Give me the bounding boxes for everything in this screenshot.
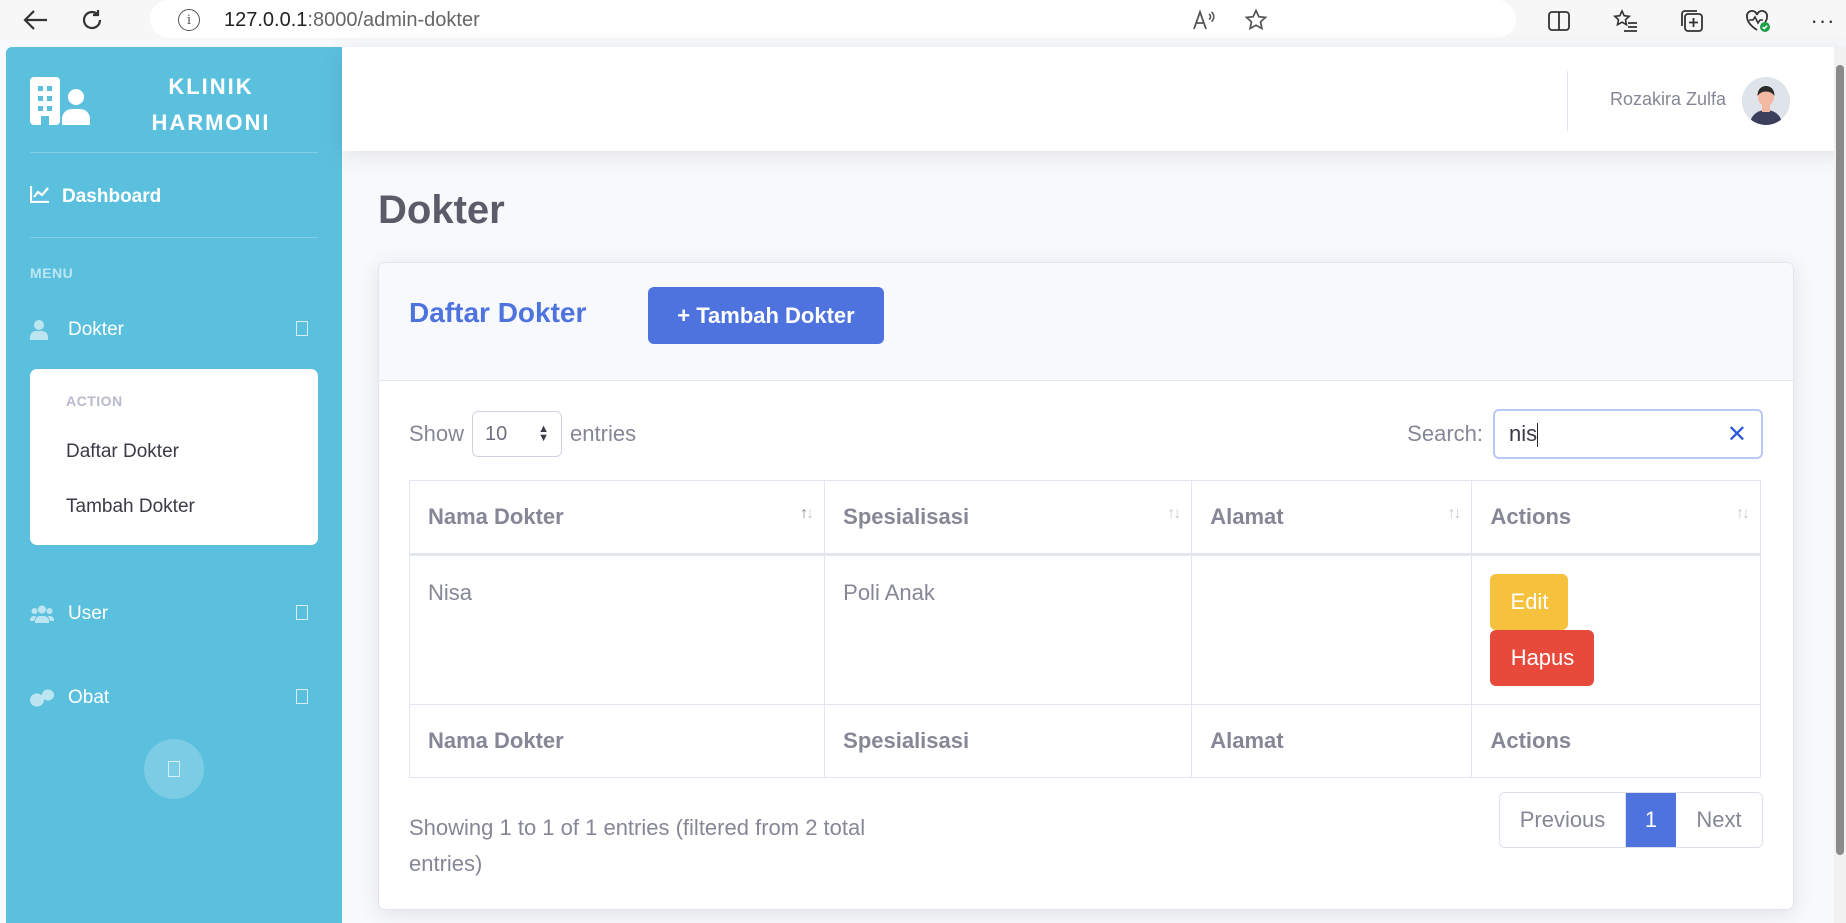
sidebar: KLINIK HARMONI Dashboard MENU Dokter ACT… <box>6 47 342 923</box>
footer-actions: Actions <box>1471 704 1761 778</box>
topbar-divider <box>1567 71 1568 131</box>
table-search: Search: nis ✕ <box>1407 409 1763 459</box>
submenu-link-daftar-dokter[interactable]: Daftar Dokter <box>66 441 179 463</box>
browser-essentials-icon[interactable] <box>1743 6 1773 36</box>
users-icon <box>30 605 54 623</box>
toggle-icon <box>168 761 180 777</box>
browser-toolbar: i 127.0.0.1:8000/admin-dokter ··· <box>0 0 1846 40</box>
sidebar-brand[interactable]: KLINIK HARMONI <box>6 47 342 152</box>
split-screen-icon[interactable] <box>1544 6 1574 36</box>
favorite-star-icon[interactable] <box>1242 6 1270 34</box>
dokter-card: Daftar Dokter + Tambah Dokter Show 10 ▲ ▼… <box>378 262 1794 910</box>
footer-spesialisasi: Spesialisasi <box>824 704 1193 778</box>
sidebar-item-dashboard[interactable]: Dashboard <box>29 185 162 209</box>
sidebar-item-user[interactable]: User <box>30 599 322 629</box>
collections-icon[interactable] <box>1677 6 1707 36</box>
read-aloud-icon[interactable] <box>1190 6 1218 34</box>
sort-icon: ↑↓ <box>1447 505 1461 522</box>
entries-select[interactable]: 10 ▲ ▼ <box>472 411 563 457</box>
column-header-actions[interactable]: Actions ↑↓ <box>1471 480 1761 556</box>
entries-value: 10 <box>485 422 508 445</box>
pills-icon <box>30 689 54 707</box>
submenu-link-tambah-dokter[interactable]: Tambah Dokter <box>66 496 195 518</box>
sort-icon: ↑↓ <box>1167 505 1181 522</box>
search-value: nis <box>1509 420 1538 446</box>
submenu-heading: ACTION <box>66 393 123 409</box>
sidebar-item-label: Obat <box>68 687 110 708</box>
footer-nama: Nama Dokter <box>408 704 826 778</box>
entries-length-control: Show 10 ▲ ▼ entries <box>409 411 636 457</box>
clear-search-icon[interactable]: ✕ <box>1727 420 1747 449</box>
clinic-logo-icon <box>30 77 90 125</box>
next-page-button[interactable]: Next <box>1676 793 1762 847</box>
show-label: Show <box>409 421 465 446</box>
sidebar-divider <box>30 152 318 153</box>
hapus-button[interactable]: Hapus <box>1490 630 1595 686</box>
table-footer-row: Nama Dokter Spesialisasi Alamat Actions <box>408 704 1761 778</box>
pagination: Previous 1 Next <box>1499 792 1763 848</box>
collapse-arrow-icon <box>296 321 308 336</box>
scrollbar-thumb[interactable] <box>1836 65 1844 855</box>
text-cursor <box>1537 423 1539 448</box>
address-bar[interactable]: i 127.0.0.1:8000/admin-dokter <box>150 0 1516 38</box>
refresh-icon[interactable] <box>78 6 106 34</box>
sort-updown-icon: ▲ ▼ <box>538 423 550 444</box>
dashboard-label: Dashboard <box>62 186 162 207</box>
sidebar-heading-menu: MENU <box>30 265 74 281</box>
sort-icon: ↑↓ <box>1736 505 1750 522</box>
page-1-button[interactable]: 1 <box>1626 793 1676 847</box>
favorites-list-icon[interactable] <box>1611 6 1641 36</box>
sidebar-item-label: Dokter <box>68 319 124 340</box>
sidebar-divider <box>30 237 318 238</box>
cell-nama: Nisa <box>408 554 826 705</box>
table-info: Showing 1 to 1 of 1 entries (filtered fr… <box>409 815 866 876</box>
sidebar-toggle-button[interactable] <box>144 739 204 799</box>
sidebar-item-label: User <box>68 603 109 624</box>
url-text[interactable]: 127.0.0.1:8000/admin-dokter <box>224 9 480 32</box>
page-title: Dokter <box>378 188 505 232</box>
table-row: Nisa Poli Anak Edit Hapus <box>408 554 1761 705</box>
user-name[interactable]: Rozakira Zulfa <box>1610 89 1726 110</box>
site-info-icon[interactable]: i <box>178 9 200 31</box>
cell-actions: Edit Hapus <box>1471 554 1761 705</box>
table-header-row: Nama Dokter ↑↓ Spesialisasi ↑↓ Alamat ↑↓ Ac… <box>408 480 1761 556</box>
collapse-arrow-icon <box>296 605 308 620</box>
cell-alamat <box>1191 554 1473 705</box>
back-arrow-icon[interactable] <box>22 6 50 34</box>
dokter-submenu: ACTION Daftar Dokter Tambah Dokter <box>30 369 318 545</box>
sort-icon: ↑↓ <box>800 505 814 522</box>
brand-name: KLINIK HARMONI <box>151 74 271 135</box>
cell-spesialisasi: Poli Anak <box>824 554 1193 705</box>
sidebar-item-dokter[interactable]: Dokter <box>30 315 322 345</box>
search-input[interactable]: nis ✕ <box>1493 409 1763 459</box>
more-options-icon[interactable]: ··· <box>1808 6 1838 36</box>
avatar[interactable] <box>1742 77 1790 125</box>
column-header-nama[interactable]: Nama Dokter ↑↓ <box>408 480 826 556</box>
collapse-arrow-icon <box>296 689 308 704</box>
chart-line-icon <box>29 185 50 209</box>
footer-alamat: Alamat <box>1191 704 1473 778</box>
user-icon <box>30 320 54 340</box>
add-dokter-button[interactable]: + Tambah Dokter <box>648 287 884 344</box>
card-header: Daftar Dokter + Tambah Dokter <box>379 263 1793 381</box>
card-title: Daftar Dokter <box>409 297 587 328</box>
search-label: Search: <box>1407 421 1483 446</box>
page-scrollbar[interactable] <box>1834 47 1846 923</box>
column-header-spesialisasi[interactable]: Spesialisasi ↑↓ <box>824 480 1193 556</box>
dokter-table: Nama Dokter ↑↓ Spesialisasi ↑↓ Alamat ↑↓ Ac… <box>408 480 1761 778</box>
edit-button[interactable]: Edit <box>1490 574 1569 630</box>
column-header-alamat[interactable]: Alamat ↑↓ <box>1191 480 1473 556</box>
previous-page-button[interactable]: Previous <box>1500 793 1626 847</box>
topbar: Rozakira Zulfa <box>342 47 1846 151</box>
sidebar-item-obat[interactable]: Obat <box>30 683 322 713</box>
entries-label: entries <box>570 421 637 446</box>
